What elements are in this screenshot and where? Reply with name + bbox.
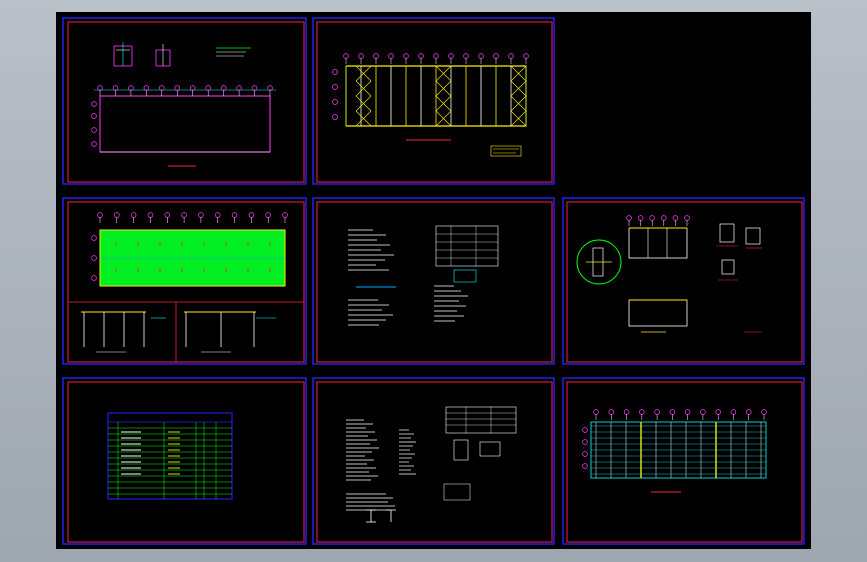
- cross-bracing: [355, 65, 527, 127]
- sheet-2-title: [406, 139, 522, 157]
- grid-bubble: [661, 215, 667, 221]
- grid-bubble: [97, 212, 103, 218]
- grid-bubble: [91, 275, 97, 281]
- grid-bubble: [745, 409, 752, 415]
- grid-bubble: [761, 409, 767, 415]
- material-notes-text: [346, 419, 416, 511]
- sheet-1[interactable]: [62, 17, 307, 185]
- sheet-4[interactable]: [312, 197, 555, 365]
- grid-bubble: [267, 85, 273, 91]
- grid-bubble: [582, 451, 588, 457]
- grid-bubble: [654, 409, 660, 415]
- grid-bubble: [639, 409, 645, 415]
- grid-bubble: [463, 53, 469, 59]
- grid-bubble: [730, 409, 737, 415]
- connection-details: [716, 223, 762, 333]
- design-notes-text: [348, 229, 468, 326]
- frame-elevation-bottom: [628, 299, 688, 333]
- frame-section-left: [81, 311, 166, 353]
- grid-bubble: [159, 85, 165, 91]
- i-section-symbols: [366, 509, 396, 523]
- drawing-index-table: [107, 412, 233, 500]
- frame-elevation-top: [628, 227, 688, 259]
- grid-bubble: [248, 212, 255, 218]
- grid-bubble: [220, 85, 227, 91]
- grid-bubble: [91, 141, 97, 147]
- grid-bubble: [493, 53, 499, 59]
- grid-bubble: [715, 409, 721, 415]
- material-table: [443, 406, 517, 501]
- grid-bubble: [672, 215, 679, 221]
- grid-bubble: [684, 409, 691, 415]
- grid-bubble: [433, 53, 439, 59]
- cad-drawing-canvas[interactable]: [56, 12, 811, 549]
- elevation-axis-bubbles: [332, 69, 338, 120]
- grid-bubble: [448, 53, 454, 59]
- grid-bubble: [649, 215, 655, 221]
- grid-axis-bubbles: [582, 409, 767, 469]
- grid-bubble: [112, 85, 119, 91]
- grid-bubble: [205, 85, 211, 91]
- grid-bubble: [251, 85, 258, 91]
- grid-bubble: [403, 53, 409, 59]
- grid-bubble: [343, 53, 349, 59]
- grid-bubble: [373, 53, 379, 59]
- grid-bubble: [418, 53, 424, 59]
- grid-axis-bubbles: [91, 85, 273, 147]
- grid-bubble: [523, 53, 529, 59]
- grid-axis-bubbles: [343, 53, 529, 64]
- grid-bubble: [637, 215, 644, 221]
- grid-bubble: [97, 85, 103, 91]
- grid-bubble: [174, 85, 181, 91]
- grid-bubble: [114, 212, 120, 218]
- foundation-plan: [94, 89, 276, 153]
- grid-bubble: [608, 409, 615, 415]
- grid-bubble: [358, 53, 364, 59]
- grid-bubble: [181, 212, 187, 218]
- grid-bubble: [198, 212, 204, 218]
- grid-bubble: [582, 427, 588, 433]
- sheet-2[interactable]: [312, 17, 555, 185]
- spec-table: [435, 225, 499, 283]
- grid-axis-bubbles: [626, 215, 690, 226]
- grid-bubble: [128, 85, 134, 91]
- grid-bubble: [508, 53, 514, 59]
- cad-drawing: [62, 17, 805, 545]
- grid-bubble: [231, 212, 238, 218]
- grid-bubble: [282, 212, 288, 218]
- grid-bubble: [91, 127, 97, 133]
- grid-bubble: [164, 212, 171, 218]
- grid-bubble: [582, 439, 588, 445]
- roof-plan: [99, 229, 286, 287]
- grid-bubble: [478, 53, 484, 59]
- grid-bubble: [582, 463, 588, 469]
- grid-bubble: [91, 113, 97, 119]
- purlin-lines: [591, 422, 766, 478]
- grid-bubble: [236, 85, 242, 91]
- sheet-3[interactable]: [62, 197, 307, 365]
- grid-bubble: [669, 409, 676, 415]
- grid-bubble: [700, 409, 706, 415]
- detail-circle: [576, 239, 622, 285]
- sheet-6[interactable]: [62, 377, 307, 545]
- grid-bubble: [91, 255, 97, 261]
- grid-bubble: [593, 409, 599, 415]
- grid-bubble: [147, 212, 154, 218]
- grid-bubble: [684, 215, 690, 221]
- grid-bubble: [189, 85, 196, 91]
- grid-bubble: [623, 409, 630, 415]
- grid-bubble: [214, 212, 221, 218]
- grid-bubble: [388, 53, 394, 59]
- grid-bubble: [626, 215, 632, 221]
- sheet-7[interactable]: [312, 377, 555, 545]
- grid-bubble: [143, 85, 150, 91]
- grid-bubble: [91, 101, 97, 107]
- sheet-8[interactable]: [562, 377, 805, 545]
- sheet-5[interactable]: [562, 197, 805, 365]
- foundation-detail: [113, 42, 251, 67]
- grid-bubble: [265, 212, 271, 218]
- grid-bubble: [91, 235, 97, 241]
- grid-bubble: [130, 212, 137, 218]
- frame-section-right: [184, 311, 276, 353]
